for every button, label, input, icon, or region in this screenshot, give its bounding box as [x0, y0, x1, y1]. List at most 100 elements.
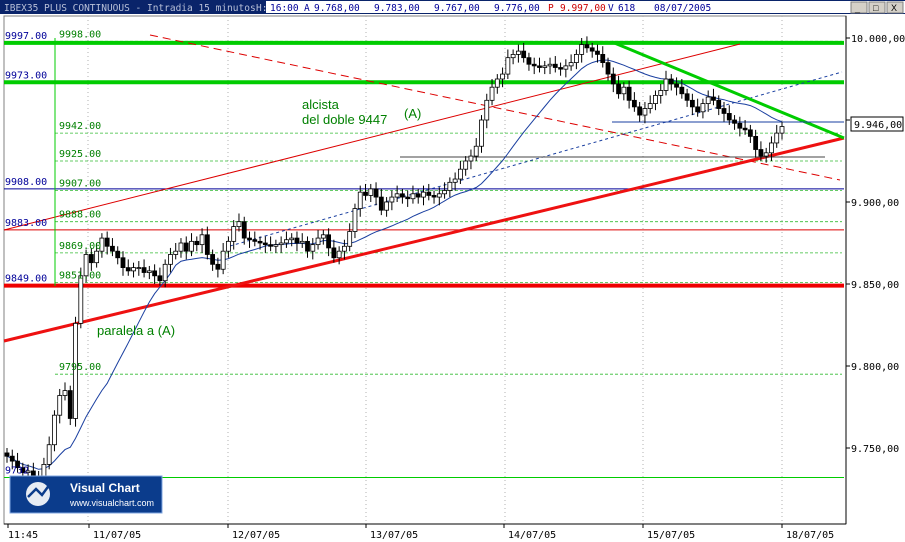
candle-body: [415, 193, 421, 198]
candle-body: [78, 275, 84, 324]
candle-body: [363, 191, 368, 196]
y-tick-label: 9.900,00: [851, 198, 899, 209]
candle-body: [278, 242, 284, 246]
header-time: 16:00: [270, 3, 299, 14]
candle-body: [231, 226, 237, 242]
header-p-value: 9.997,00: [560, 3, 606, 14]
candle-body: [173, 250, 179, 255]
candle-body: [595, 50, 600, 55]
x-tick-label: 15/07/05: [647, 530, 695, 541]
candle-body: [684, 93, 690, 101]
candle-body: [331, 247, 337, 259]
candle-body: [547, 63, 553, 67]
candle-body: [526, 57, 532, 65]
candle-body: [226, 240, 231, 252]
candle-body: [705, 96, 711, 105]
candle-body: [46, 444, 52, 465]
candle-body: [241, 221, 247, 239]
candle-body: [199, 234, 205, 246]
level-label: 9732: [5, 466, 29, 477]
candle-body: [463, 160, 469, 170]
candle-body: [626, 86, 632, 101]
candle-body: [357, 191, 363, 209]
visual-chart-window: IBEX35 PLUS CONTINUOUS - Intradia 15 min…: [0, 0, 905, 542]
candle-body: [168, 254, 173, 265]
candle-body: [769, 142, 774, 154]
candle-body: [204, 234, 210, 255]
candle-body: [9, 455, 15, 462]
candle-body: [458, 168, 463, 180]
candle-body: [141, 267, 147, 273]
candle-body: [131, 267, 136, 272]
candle-body: [510, 54, 516, 59]
candle-body: [726, 113, 732, 121]
candle-body: [384, 201, 389, 211]
retracement-label: 9942.00: [59, 121, 101, 132]
candle-body: [368, 188, 374, 196]
last-price: 9.946,00: [854, 120, 902, 131]
y-tick-label: 9.850,00: [851, 280, 899, 291]
x-tick-label: 18/07/05: [786, 530, 834, 541]
candle-body: [289, 237, 295, 241]
candle-body: [531, 63, 537, 67]
level-label: 9908.00: [5, 177, 47, 188]
h-key: H:: [256, 3, 267, 14]
candle-body: [579, 44, 585, 55]
x-tick-label: 11/07/05: [93, 530, 141, 541]
candle-body: [668, 78, 674, 85]
candle-body: [88, 254, 94, 264]
candle-body: [568, 62, 574, 67]
candle-body: [400, 193, 405, 198]
logo-title: Visual Chart: [70, 481, 140, 495]
candle-body: [468, 155, 474, 162]
candle-body: [500, 73, 505, 80]
candle-body: [721, 108, 727, 114]
ibex35-candlestick-chart[interactable]: IBEX35 PLUS CONTINUOUS - Intradia 15 min…: [0, 0, 905, 542]
candle-body: [621, 86, 627, 95]
retracement-label: 9888.00: [59, 210, 101, 221]
candle-body: [431, 195, 437, 198]
candle-body: [779, 126, 785, 134]
candle-body: [62, 390, 68, 396]
candle-body: [347, 231, 353, 247]
candle-body: [320, 234, 326, 239]
candle-body: [584, 44, 590, 49]
candle-body: [210, 254, 216, 265]
candle-body: [405, 196, 411, 200]
candle-body: [67, 390, 73, 419]
candle-body: [194, 240, 200, 246]
candle-body: [658, 90, 664, 96]
candle-body: [236, 221, 242, 227]
candle-body: [310, 244, 316, 252]
candle-body: [552, 63, 558, 68]
candle-body: [152, 270, 158, 277]
candle-body: [473, 145, 479, 157]
candle-body: [537, 65, 542, 68]
candle-body: [352, 208, 358, 232]
candle-body: [436, 193, 442, 198]
retracement-label: 9795.00: [59, 362, 101, 373]
candle-body: [600, 54, 606, 64]
candle-body: [616, 83, 621, 95]
candle-body: [189, 240, 194, 252]
candle-body: [716, 99, 722, 109]
y-tick-label: 10.000,00: [851, 34, 905, 45]
candle-body: [679, 86, 685, 95]
candle-body: [394, 193, 400, 198]
candle-body: [605, 62, 611, 75]
level-label: 9997.00: [5, 31, 47, 42]
candle-body: [136, 267, 142, 270]
candle-body: [447, 181, 453, 191]
candle-body: [30, 470, 36, 477]
candle-body: [452, 178, 458, 183]
candle-body: [515, 50, 521, 55]
window-button-label-0: _: [854, 3, 861, 13]
candle-body: [252, 239, 258, 242]
level-label: 9973.00: [5, 70, 47, 81]
candle-body: [653, 95, 658, 105]
header-volume: 618: [618, 3, 635, 14]
candle-body: [336, 250, 342, 259]
candle-body: [484, 99, 490, 121]
candle-body: [284, 239, 289, 244]
p-key: P: [548, 3, 554, 14]
